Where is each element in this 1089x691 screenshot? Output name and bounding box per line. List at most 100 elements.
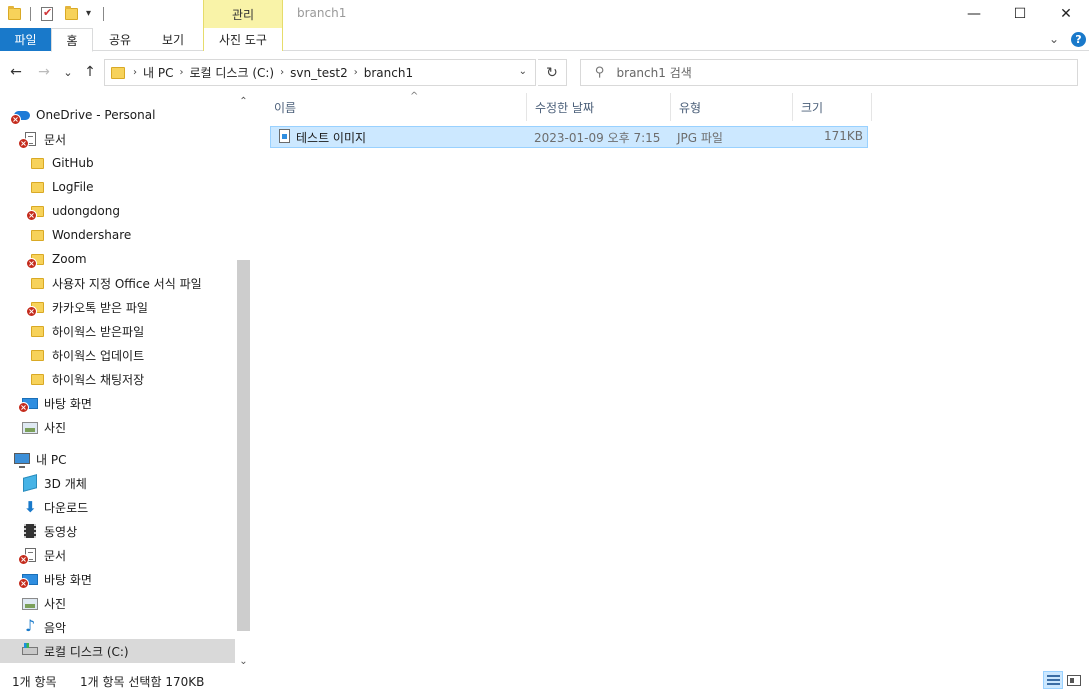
tree-item[interactable]: 로컬 디스크 (C:) bbox=[0, 639, 235, 663]
file-size: 171KB bbox=[823, 129, 863, 143]
tree-item-label: 하이웍스 채팅저장 bbox=[52, 372, 145, 387]
pictures-icon bbox=[22, 595, 38, 611]
this-pc-icon bbox=[14, 451, 30, 468]
desktop-icon: × bbox=[18, 395, 38, 413]
minimize-button[interactable]: — bbox=[951, 0, 997, 28]
column-header-name[interactable]: 이름 ^ bbox=[266, 91, 527, 121]
folder-icon bbox=[6, 6, 22, 22]
details-view-button[interactable] bbox=[1043, 671, 1063, 689]
scroll-up-icon[interactable]: ⌃ bbox=[235, 93, 252, 110]
recent-locations-chevron-icon[interactable]: ⌄ bbox=[62, 63, 74, 81]
address-history-chevron-icon[interactable]: ⌄ bbox=[519, 66, 527, 77]
tree-item[interactable]: 3D 개체 bbox=[0, 471, 235, 495]
file-modified: 2023-01-09 오후 7:15 bbox=[534, 131, 661, 145]
help-icon[interactable]: ? bbox=[1071, 32, 1086, 47]
tree-item[interactable]: × udongdong bbox=[0, 199, 235, 223]
file-row[interactable]: 테스트 이미지 2023-01-09 오후 7:15 JPG 파일 171KB bbox=[270, 126, 868, 148]
breadcrumb-branch1[interactable]: branch1 bbox=[364, 66, 413, 80]
sync-error-icon: × bbox=[10, 114, 21, 125]
tree-item[interactable]: GitHub bbox=[0, 151, 235, 175]
refresh-icon[interactable]: ↻ bbox=[538, 59, 567, 86]
folder-icon: × bbox=[26, 299, 46, 317]
tree-item-label: Wondershare bbox=[52, 228, 132, 242]
file-name: 테스트 이미지 bbox=[296, 131, 367, 145]
downloads-icon: ⬇ bbox=[24, 498, 37, 516]
tree-item[interactable]: 동영상 bbox=[0, 519, 235, 543]
tree-item[interactable]: 사용자 지정 Office 서식 파일 bbox=[0, 271, 235, 295]
tab-file[interactable]: 파일 bbox=[0, 28, 51, 51]
column-header-type-label: 유형 bbox=[679, 100, 702, 115]
document-icon: × bbox=[18, 547, 38, 565]
tree-item-label: 문서 bbox=[44, 132, 67, 147]
tree-item-label: 하이웍스 받은파일 bbox=[52, 324, 145, 339]
folder-icon: × bbox=[26, 251, 46, 269]
tree-item[interactable]: 하이웍스 받은파일 bbox=[0, 319, 235, 343]
breadcrumb-separator-icon[interactable]: › bbox=[280, 67, 284, 78]
desktop-icon: × bbox=[18, 571, 38, 589]
forward-arrow-icon[interactable]: → bbox=[36, 63, 52, 81]
breadcrumb-separator-icon[interactable]: › bbox=[133, 67, 137, 78]
tree-item[interactable]: × 카카오톡 받은 파일 bbox=[0, 295, 235, 319]
tree-item[interactable]: × 문서 bbox=[0, 127, 235, 151]
tab-view[interactable]: 보기 bbox=[147, 28, 199, 51]
scrollbar-thumb[interactable] bbox=[237, 260, 250, 631]
jpg-file-icon bbox=[279, 129, 290, 143]
tree-item[interactable]: × 바탕 화면 bbox=[0, 391, 235, 415]
tree-item[interactable]: LogFile bbox=[0, 175, 235, 199]
breadcrumb-local-disk[interactable]: 로컬 디스크 (C:) bbox=[189, 64, 274, 81]
close-button[interactable]: ✕ bbox=[1043, 0, 1089, 28]
column-header-size[interactable]: 크기 bbox=[793, 93, 872, 121]
tree-item[interactable]: 사진 bbox=[0, 591, 235, 615]
tree-item[interactable]: 하이웍스 업데이트 bbox=[0, 343, 235, 367]
tree-item[interactable]: 사진 bbox=[0, 415, 235, 439]
tree-item[interactable]: Wondershare bbox=[0, 223, 235, 247]
folder-icon bbox=[30, 323, 46, 339]
search-box[interactable]: ⚲ bbox=[580, 59, 1078, 86]
tab-share[interactable]: 공유 bbox=[99, 28, 141, 51]
tree-item-label: 3D 개체 bbox=[44, 476, 87, 491]
tree-item[interactable]: 내 PC bbox=[0, 447, 235, 471]
customize-toolbar-icon[interactable]: ▾ bbox=[83, 6, 99, 22]
tab-home[interactable]: 홈 bbox=[51, 28, 93, 52]
column-header-type[interactable]: 유형 bbox=[671, 93, 793, 121]
tree-item[interactable]: ⬇ 다운로드 bbox=[0, 495, 235, 519]
maximize-button[interactable]: ☐ bbox=[997, 0, 1043, 28]
new-folder-icon[interactable] bbox=[63, 6, 79, 22]
tree-item[interactable]: × OneDrive - Personal bbox=[0, 103, 235, 127]
address-bar[interactable]: › 내 PC › 로컬 디스크 (C:) › svn_test2 › branc… bbox=[104, 59, 536, 86]
breadcrumb-separator-icon[interactable]: › bbox=[179, 67, 183, 78]
tree-item[interactable]: ♪ 음악 bbox=[0, 615, 235, 639]
document-icon: × bbox=[18, 131, 38, 149]
breadcrumb-separator-icon[interactable]: › bbox=[354, 67, 358, 78]
sync-error-icon: × bbox=[18, 402, 29, 413]
tree-item-label: 바탕 화면 bbox=[44, 572, 92, 587]
status-selection: 1개 항목 선택함 170KB bbox=[80, 675, 205, 689]
title-bar: ▾ 관리 branch1 — ☐ ✕ bbox=[0, 0, 1089, 28]
file-type: JPG 파일 bbox=[677, 131, 723, 145]
up-arrow-icon[interactable]: ↑ bbox=[82, 63, 98, 81]
breadcrumb-svn-test2[interactable]: svn_test2 bbox=[290, 66, 348, 80]
folder-icon bbox=[30, 371, 46, 387]
tree-item[interactable]: 하이웍스 채팅저장 bbox=[0, 367, 235, 391]
breadcrumb-this-pc[interactable]: 내 PC bbox=[143, 64, 173, 81]
tree-item-label: 동영상 bbox=[44, 524, 78, 539]
expand-ribbon-chevron-icon[interactable]: ⌄ bbox=[1049, 32, 1059, 46]
scroll-down-icon[interactable]: ⌄ bbox=[235, 653, 252, 670]
sort-ascending-icon: ^ bbox=[410, 91, 419, 102]
column-header-name-label: 이름 bbox=[274, 100, 297, 115]
column-header-modified[interactable]: 수정한 날짜 bbox=[527, 93, 671, 121]
search-input[interactable] bbox=[616, 65, 1057, 80]
tab-picture-tools[interactable]: 사진 도구 bbox=[203, 28, 283, 51]
local-disk-icon bbox=[22, 643, 38, 659]
folder-icon: × bbox=[26, 203, 46, 221]
back-arrow-icon[interactable]: ← bbox=[8, 63, 24, 81]
folder-icon bbox=[30, 155, 46, 171]
tree-item[interactable]: × 바탕 화면 bbox=[0, 567, 235, 591]
navigation-pane-scrollbar[interactable]: ⌃ ⌄ bbox=[235, 93, 252, 670]
properties-icon[interactable] bbox=[39, 6, 55, 22]
tree-item-label: 다운로드 bbox=[44, 500, 89, 515]
tree-item[interactable]: × Zoom bbox=[0, 247, 235, 271]
tree-item[interactable]: × 문서 bbox=[0, 543, 235, 567]
onedrive-cloud-icon: × bbox=[10, 107, 30, 125]
large-icons-view-button[interactable] bbox=[1064, 671, 1084, 689]
